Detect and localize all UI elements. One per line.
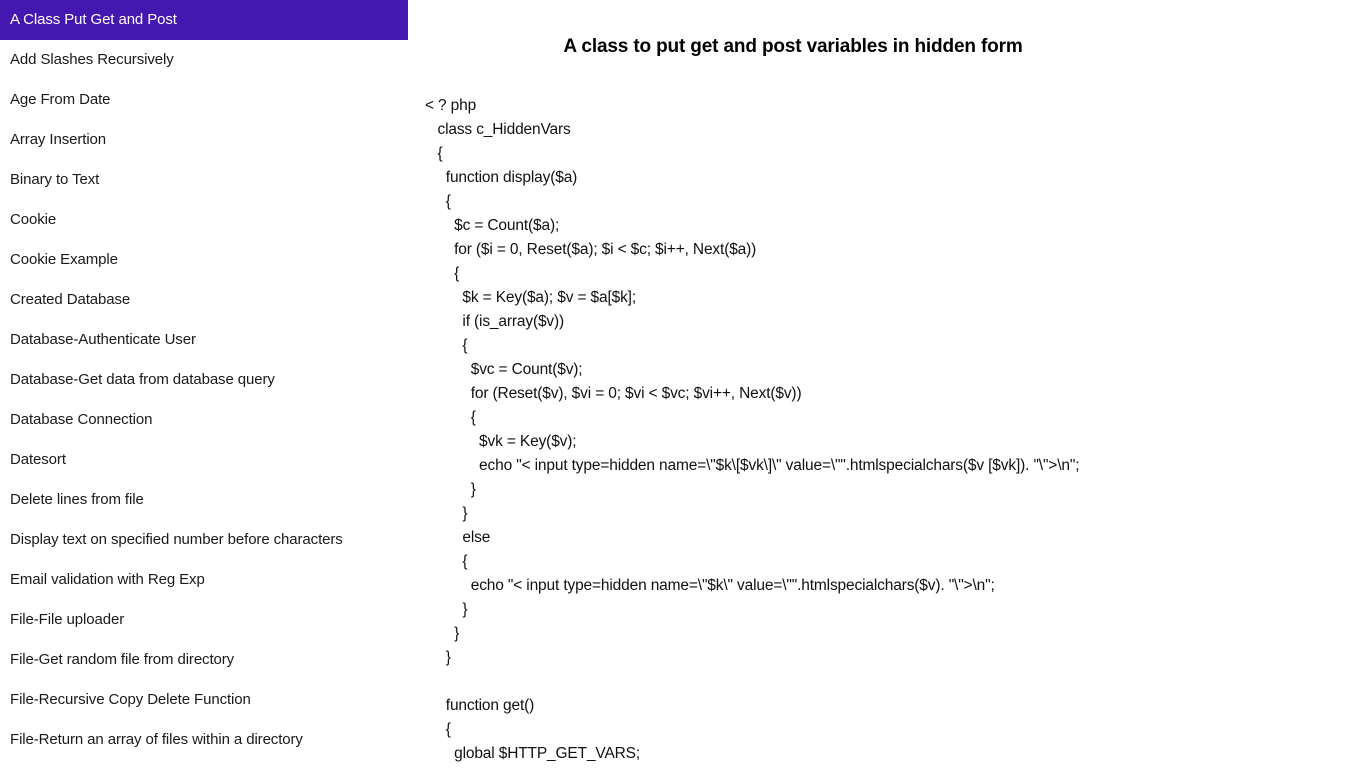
code-line: echo "< input type=hidden name=\"$k\" va…: [425, 577, 995, 594]
sidebar-item-created-database[interactable]: Created Database: [0, 280, 420, 320]
code-line: {: [425, 145, 443, 162]
code-line: $k = Key($a); $v = $a[$k];: [425, 289, 636, 306]
app-root: A Class Put Get and Post Add Slashes Recu…: [0, 0, 1366, 769]
code-line: $vc = Count($v);: [425, 361, 583, 378]
code-line: {: [425, 409, 476, 426]
sidebar-item-binary-to-text[interactable]: Binary to Text: [0, 160, 420, 200]
code-line: if (is_array($v)): [425, 313, 565, 330]
code-line: {: [425, 337, 468, 354]
sidebar-item-file-return-an-array-of-files-within-a-directory[interactable]: File-Return an array of files within a d…: [0, 720, 420, 760]
code-line: echo "< input type=hidden name=\"$k\[$vk…: [425, 457, 1080, 474]
sidebar-item-cookie[interactable]: Cookie: [0, 200, 420, 240]
sidebar-item-database-get-data-from-database-query[interactable]: Database-Get data from database query: [0, 360, 420, 400]
code-line: }: [425, 481, 476, 498]
sidebar-item-add-slashes-recursively[interactable]: Add Slashes Recursively: [0, 40, 420, 80]
sidebar-item-database-authenticate-user[interactable]: Database-Authenticate User: [0, 320, 420, 360]
code-line: function get(): [425, 697, 535, 714]
code-line: {: [425, 553, 468, 570]
sidebar-item-email-validation-with-reg-exp[interactable]: Email validation with Reg Exp: [0, 560, 420, 600]
sidebar-item-a-class-put-get-and-post[interactable]: A Class Put Get and Post: [0, 0, 408, 40]
main-content: A class to put get and post variables in…: [420, 0, 1366, 769]
sidebar-item-file-get-random-file-from-directory[interactable]: File-Get random file from directory: [0, 640, 420, 680]
sidebar-item-age-from-date[interactable]: Age From Date: [0, 80, 420, 120]
code-line: $vk = Key($v);: [425, 433, 577, 450]
code-line: < ? php: [425, 97, 477, 114]
code-line: class c_HiddenVars: [425, 121, 571, 138]
code-line: function display($a): [425, 169, 578, 186]
sidebar-item-database-connection[interactable]: Database Connection: [0, 400, 420, 440]
sidebar-item-cookie-example[interactable]: Cookie Example: [0, 240, 420, 280]
code-line: }: [425, 649, 451, 666]
code-line: }: [425, 505, 468, 522]
sidebar-item-array-insertion[interactable]: Array Insertion: [0, 120, 420, 160]
code-line: {: [425, 193, 451, 210]
code-line: {: [425, 265, 460, 282]
sidebar-item-file-file-uploader[interactable]: File-File uploader: [0, 600, 420, 640]
code-line: $c = Count($a);: [425, 217, 560, 234]
code-line: global $HTTP_GET_VARS;: [425, 745, 641, 762]
code-line: for ($i = 0, Reset($a); $i < $c; $i++, N…: [425, 241, 757, 258]
sidebar-item-datesort[interactable]: Datesort: [0, 440, 420, 480]
code-line: }: [425, 625, 460, 642]
sidebar-navigation: A Class Put Get and Post Add Slashes Recu…: [0, 0, 420, 769]
sidebar-item-file-recursive-copy-delete-function[interactable]: File-Recursive Copy Delete Function: [0, 680, 420, 720]
code-line: {: [425, 721, 451, 738]
code-line: for (Reset($v), $vi = 0; $vi < $vc; $vi+…: [425, 385, 802, 402]
code-listing: < ? php class c_HiddenVars { function di…: [425, 94, 1080, 766]
sidebar-item-delete-lines-from-file[interactable]: Delete lines from file: [0, 480, 420, 520]
code-line: }: [425, 601, 468, 618]
code-line: else: [425, 529, 491, 546]
sidebar-item-display-text-on-specified-number-before-characters[interactable]: Display text on specified number before …: [0, 520, 420, 560]
page-title: A class to put get and post variables in…: [563, 35, 1023, 57]
